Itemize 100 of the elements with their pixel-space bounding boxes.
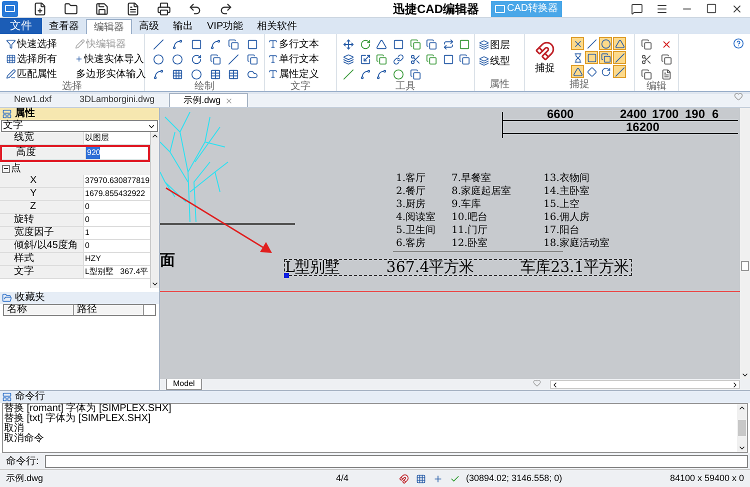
collapse-toggle[interactable] [2,164,10,172]
room-label: 10.吧台 [452,211,488,224]
document-icon[interactable] [125,2,140,16]
select-tool-button[interactable]: 匹配属性 [6,67,75,81]
scroll-right-icon[interactable] [731,380,739,388]
scrollbar[interactable] [737,404,747,452]
scroll-down-icon[interactable] [741,371,749,379]
triangle-icon[interactable] [613,37,626,50]
paste-icon[interactable] [658,52,674,66]
grip-handle[interactable] [284,273,289,278]
layout-tab[interactable]: Model [166,379,202,390]
undo-icon[interactable] [187,2,202,16]
copy-icon[interactable] [408,37,422,51]
line-icon[interactable] [226,52,242,66]
layers-icon [479,56,489,66]
property-tool-button[interactable]: 线型 [479,54,524,68]
copy-icon[interactable] [457,52,472,66]
vertical-scrollbar[interactable] [740,108,750,379]
copy-icon[interactable] [408,67,422,81]
menu-tab[interactable]: 相关软件 [250,19,304,34]
folder-icon[interactable] [63,2,78,16]
room-label: 16.佣人房 [544,211,590,224]
snap-button[interactable]: 捕捉 [525,37,565,79]
move-icon[interactable] [341,37,356,51]
squares-icon[interactable] [599,51,612,64]
menu-tab[interactable]: VIP功能 [200,19,250,34]
copy-icon[interactable] [374,52,390,66]
save-icon[interactable] [94,2,109,16]
copy-icon[interactable] [424,52,440,66]
document-tab[interactable]: 3DLamborgini.dwg [66,93,169,107]
property-row[interactable]: 旋转 0 [0,214,150,227]
diamond-icon[interactable] [585,65,598,78]
text-icon [268,69,278,79]
scroll-down-icon[interactable] [150,280,159,288]
curve-icon[interactable] [151,67,166,81]
scroll-up-icon[interactable] [738,404,746,412]
property-tool-button[interactable]: 图层 [479,38,524,52]
property-row[interactable]: Z 0 [0,201,150,214]
rotate-icon[interactable] [599,65,612,78]
dimension-label: 6 [712,108,719,120]
property-row[interactable]: 文字 L型别墅 367.4平 [0,266,150,279]
link-icon[interactable] [390,52,406,66]
feedback-icon[interactable] [629,2,644,16]
line-icon[interactable] [151,37,166,51]
scroll-down-icon[interactable] [738,444,746,452]
document-tab[interactable]: New1.dxf [0,93,66,107]
scrollbar[interactable] [150,132,159,288]
scroll-thumb[interactable] [741,261,749,271]
copy-icon[interactable] [208,52,222,66]
drawing-canvas[interactable]: 面 6600 2400 1700 190 6 16200 1.客厅 2.餐厅 3.厨房 4.阅读室 5.卫生间 6.客房 7.早餐室 8.家庭起居室 9.车库 10.吧台 11.门厅 12.卧室 13.衣物间 14.主卧室 15.上空 16.佣人房 17.阳台 18.家庭活动室 L型别墅 367.4平方米 车库23.1平方米 [160,108,740,379]
circle-icon[interactable] [390,67,406,81]
column-header[interactable]: 名称 [4,305,74,315]
square-icon[interactable] [585,51,598,64]
maximize-icon[interactable] [704,2,719,16]
property-row[interactable]: Y 1679.855432922 [0,188,150,201]
object-type-dropdown[interactable]: 文字 [1,120,158,132]
printer-icon[interactable] [156,2,171,16]
slash-icon[interactable] [613,65,626,78]
menu-tab[interactable]: 编辑器 [86,19,132,34]
column-header[interactable]: 路径 [74,305,144,315]
text-tool-button[interactable]: 属性定义 [268,67,336,81]
horizontal-scrollbar[interactable] [550,380,740,389]
slash-icon[interactable] [613,51,626,64]
copy-icon[interactable] [424,37,440,51]
text-tool-button[interactable]: 单行文本 [268,52,336,66]
property-row[interactable]: 样式 HZY [0,253,150,266]
copy-icon[interactable] [639,37,654,51]
document-tab[interactable]: 示例.dwg [168,93,248,107]
menu-tab[interactable]: 高级 [132,19,166,34]
text-tool-button[interactable]: 多行文本 [268,37,336,51]
property-row[interactable]: 线宽 以图层 [0,132,150,145]
circle-icon[interactable] [599,37,612,50]
layers-icon[interactable] [341,52,356,66]
redo-icon[interactable] [218,2,233,16]
property-row[interactable]: X 37970.630877819 [0,175,150,188]
copy-icon[interactable] [245,52,260,66]
scroll-left-icon[interactable] [551,380,559,388]
select-tool-button[interactable]: 快速实体导入 [75,52,144,66]
copy-icon[interactable] [639,67,654,81]
help-icon[interactable] [731,36,746,50]
cross-icon[interactable] [571,37,584,50]
menu-tab[interactable]: 输出 [166,19,200,34]
drawing-text: L型别墅 [285,260,340,275]
new-file-icon[interactable] [32,2,47,16]
selected-text-frame[interactable]: L型别墅 367.4平方米 车库23.1平方米 [284,259,632,276]
property-row[interactable]: 倾斜/以45度角 0 [0,240,150,253]
select-tool-button[interactable]: 快速选择 [6,37,75,51]
circle-icon[interactable] [151,52,166,66]
line-icon[interactable] [341,67,356,81]
command-input[interactable] [44,454,748,468]
property-row[interactable]: 宽度因子 1 [0,227,150,240]
select-tool-button[interactable]: 多边形实体输入 [75,67,144,81]
select-tool-button[interactable]: 选择所有 [6,52,75,66]
property-value: 920 [86,147,100,159]
scroll-up-icon[interactable] [150,132,159,140]
copy-icon[interactable] [226,37,242,51]
circle-icon[interactable] [170,52,185,66]
file-menu-button[interactable]: 文件 [0,18,42,34]
menu-tab[interactable]: 查看器 [42,19,86,34]
triangle-icon[interactable] [571,65,584,78]
